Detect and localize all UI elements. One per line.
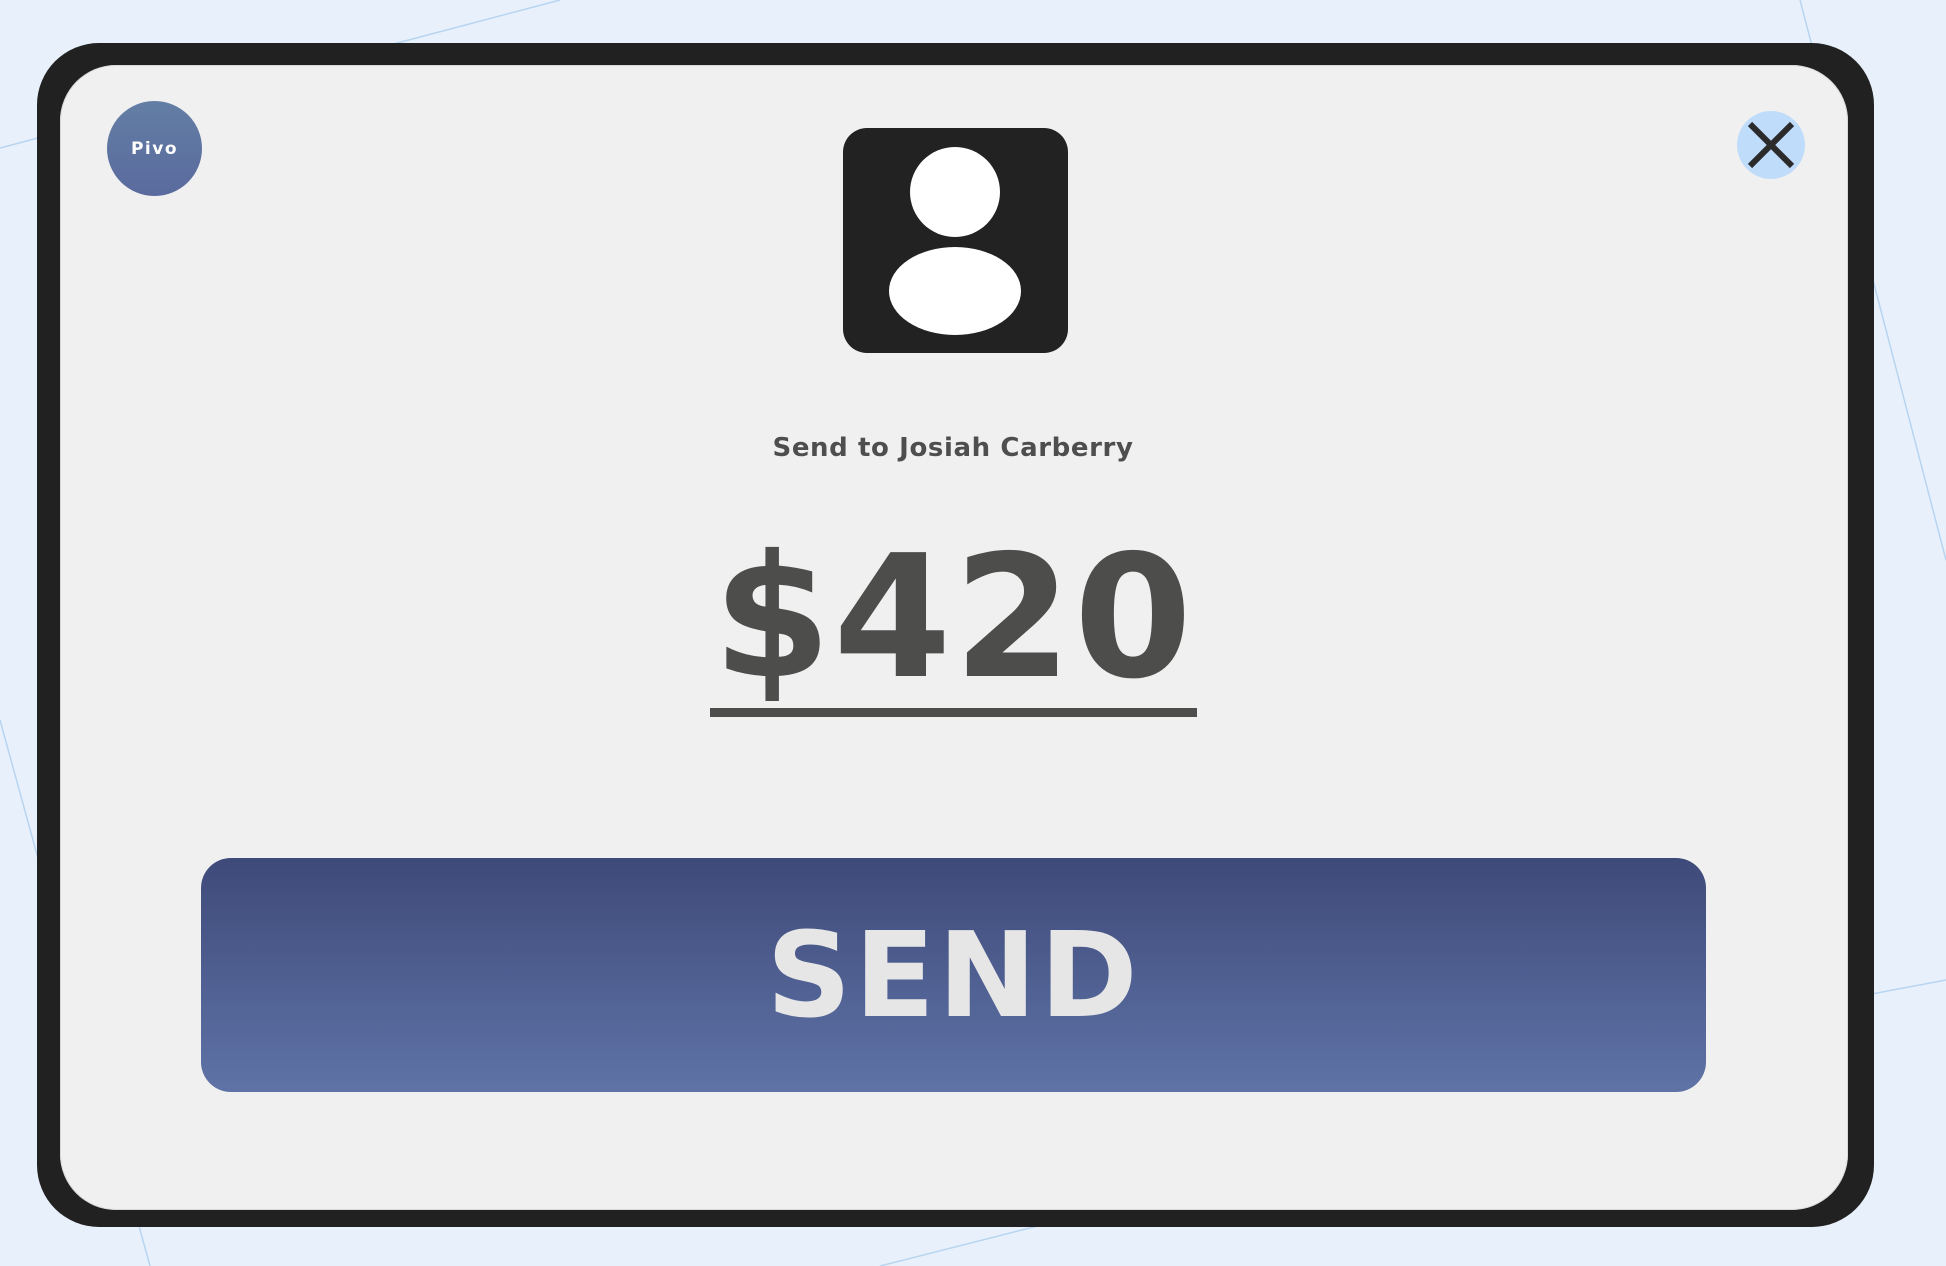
app-logo-text: Pivo <box>130 138 179 159</box>
send-button[interactable]: SEND <box>201 858 1706 1092</box>
amount-value[interactable]: $420 <box>710 528 1197 708</box>
user-avatar-icon <box>889 147 1021 335</box>
app-logo: Pivo <box>107 101 202 196</box>
close-button[interactable] <box>1737 111 1805 179</box>
amount-field[interactable]: $420 <box>710 528 1197 718</box>
recipient-avatar <box>843 128 1068 353</box>
send-button-label: SEND <box>766 906 1141 1044</box>
recipient-label: Send to Josiah Carberry <box>772 433 1134 463</box>
close-icon <box>1747 121 1795 169</box>
amount-underline <box>710 708 1197 717</box>
